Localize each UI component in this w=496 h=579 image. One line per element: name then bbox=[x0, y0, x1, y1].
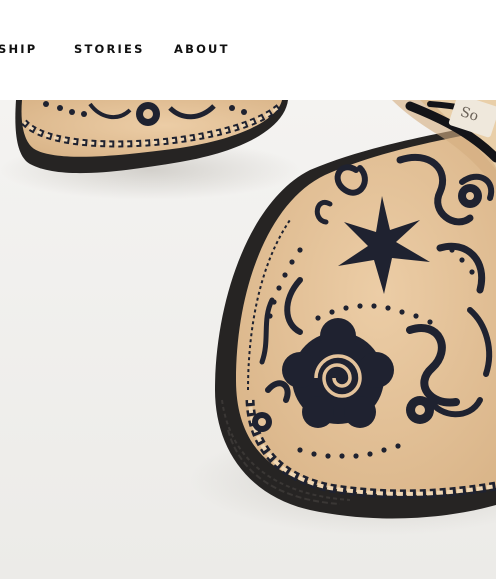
nav-item-stories[interactable]: STORIES bbox=[74, 42, 145, 56]
top-shoe bbox=[0, 100, 300, 200]
nav-item-about[interactable]: ABOUT bbox=[174, 42, 230, 56]
hero-image: So bbox=[0, 100, 496, 579]
nav-item-ship[interactable]: SHIP bbox=[0, 42, 37, 56]
top-navigation: SHIP STORIES ABOUT bbox=[0, 0, 496, 100]
espadrille-photo: So bbox=[0, 100, 496, 579]
